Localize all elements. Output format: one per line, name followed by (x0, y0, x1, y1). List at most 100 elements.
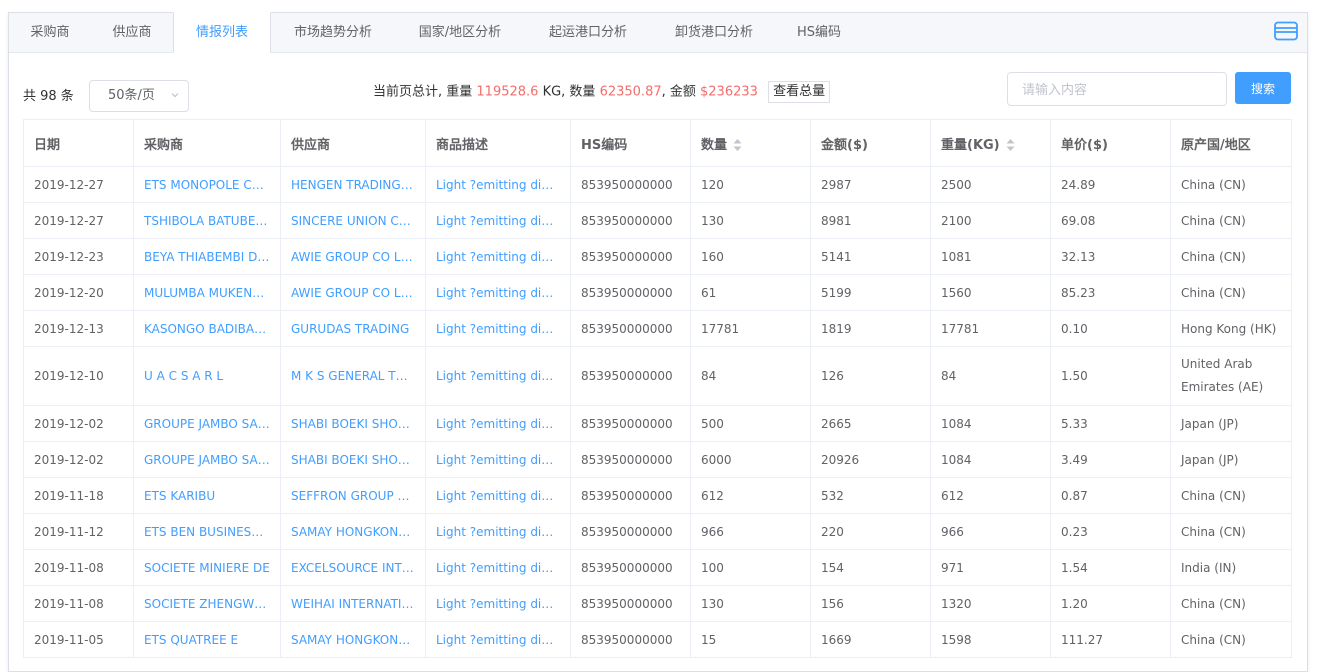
cell-description-link[interactable]: Light ?emitting diodes (425, 346, 571, 406)
cell-description-link[interactable]: Light ?emitting diodes (425, 513, 571, 550)
cell-supplier-link[interactable]: HENGEN TRADING CO LTD (280, 166, 426, 203)
summary-prefix: 当前页总计, 重量 (373, 84, 477, 100)
column-header-quantity[interactable]: 数量 (690, 119, 811, 167)
tab-origin-port-analysis[interactable]: 起运港口分析 (525, 12, 651, 53)
sort-icon[interactable] (1006, 138, 1015, 152)
cell-buyer-link[interactable]: U A C S A R L (133, 346, 281, 406)
cell-quantity: 130 (690, 202, 811, 239)
cell-buyer-link[interactable]: ETS MONOPOLE CO SARL (133, 166, 281, 203)
summary-amount-value: $236233 (700, 84, 758, 100)
cell-description-link[interactable]: Light ?emitting diodes (425, 310, 571, 347)
tab-hs-code[interactable]: HS编码 (777, 12, 861, 53)
cell-buyer-link[interactable]: GROUPE JAMBO SARL (133, 441, 281, 478)
tab-country-analysis[interactable]: 国家/地区分析 (395, 12, 525, 53)
cell-unit-price: 0.23 (1050, 513, 1171, 550)
column-header-weight[interactable]: 重量(KG) (930, 119, 1051, 167)
page-size-select[interactable]: 50条/页 (89, 80, 189, 112)
cell-unit-price: 3.49 (1050, 441, 1171, 478)
cell-supplier-link[interactable]: SINCERE UNION CO LTD (280, 202, 426, 239)
cell-quantity: 17781 (690, 310, 811, 347)
cell-description-link[interactable]: Light ?emitting diodes (425, 549, 571, 586)
cell-hs-code: 853950000000 (570, 346, 691, 406)
tab-destination-port-analysis[interactable]: 卸货港口分析 (651, 12, 777, 53)
cell-hs-code: 853950000000 (570, 202, 691, 239)
cell-hs-code: 853950000000 (570, 274, 691, 311)
tab-suppliers[interactable]: 供应商 (91, 12, 173, 53)
page-summary: 当前页总计, 重量 119528.6 KG, 数量 62350.87, 金额 $… (373, 81, 831, 103)
tab-intel-list[interactable]: 情报列表 (173, 12, 271, 53)
cell-date: 2019-12-13 (23, 310, 134, 347)
column-header-weight-label: 重量(KG) (941, 137, 1000, 153)
cell-amount: 154 (810, 549, 931, 586)
cell-weight: 1598 (930, 621, 1051, 658)
cell-buyer-link[interactable]: BEYA THIABEMBI DJANI (133, 238, 281, 275)
cell-supplier-link[interactable]: SAMAY HONGKONG LIMITED (280, 621, 426, 658)
cell-quantity: 130 (690, 585, 811, 622)
cell-description-link[interactable]: Light ?emitting diodes (425, 441, 571, 478)
cell-buyer-link[interactable]: MULUMBA MUKENDI JEAN (133, 274, 281, 311)
cell-description-link[interactable]: Light ?emitting diodes (425, 621, 571, 658)
cell-supplier-link[interactable]: WEIHAI INTERNATIONAL (280, 585, 426, 622)
cell-supplier-link[interactable]: M K S GENERAL TRADING (280, 346, 426, 406)
table-row: 2019-12-13 KASONGO BADIBANGA GURUDAS TRA… (23, 310, 1292, 347)
cell-hs-code: 853950000000 (570, 310, 691, 347)
cell-date: 2019-11-08 (23, 549, 134, 586)
cell-amount: 2987 (810, 166, 931, 203)
cell-buyer-link[interactable]: ETS KARIBU (133, 477, 281, 514)
cell-supplier-link[interactable]: SAMAY HONGKONG LIMITED (280, 513, 426, 550)
cell-amount: 532 (810, 477, 931, 514)
cell-weight: 1084 (930, 405, 1051, 442)
cell-buyer-link[interactable]: GROUPE JAMBO SARL (133, 405, 281, 442)
table-row: 2019-12-20 MULUMBA MUKENDI JEAN AWIE GRO… (23, 274, 1292, 311)
cell-origin: China (CN) (1170, 274, 1292, 311)
cell-date: 2019-12-23 (23, 238, 134, 275)
cell-date: 2019-12-20 (23, 274, 134, 311)
cell-description-link[interactable]: Light ?emitting diodes (425, 166, 571, 203)
search-input[interactable] (1007, 72, 1227, 106)
cell-hs-code: 853950000000 (570, 405, 691, 442)
tab-market-trends[interactable]: 市场趋势分析 (271, 12, 395, 53)
cell-buyer-link[interactable]: SOCIETE ZHENGWEI SARL (133, 585, 281, 622)
cell-description-link[interactable]: Light ?emitting diodes (425, 202, 571, 239)
toolbar: 共 98 条 50条/页 当前页总计, 重量 119528.6 KG, 数量 6… (9, 53, 1307, 119)
cell-supplier-link[interactable]: SHABI BOEKI SHOKAI (280, 405, 426, 442)
cell-hs-code: 853950000000 (570, 238, 691, 275)
summary-quantity-value: 62350.87 (599, 84, 662, 100)
cell-description-link[interactable]: Light ?emitting diodes (425, 477, 571, 514)
cell-supplier-link[interactable]: AWIE GROUP CO LIMITED (280, 238, 426, 275)
cell-buyer-link[interactable]: SOCIETE MINIERE DE (133, 549, 281, 586)
cell-description-link[interactable]: Light ?emitting diodes (425, 405, 571, 442)
table-header-row: 日期 采购商 供应商 商品描述 HS编码 数量 金额($) 重量(KG) 单价(… (23, 119, 1292, 167)
view-total-button[interactable]: 查看总量 (768, 81, 831, 103)
cell-supplier-link[interactable]: SEFFRON GROUP LIMITED (280, 477, 426, 514)
cell-origin: United Arab Emirates (AE) (1170, 346, 1292, 406)
sort-icon[interactable] (733, 138, 742, 152)
cell-description-link[interactable]: Light ?emitting diodes (425, 274, 571, 311)
cell-amount: 5199 (810, 274, 931, 311)
cell-hs-code: 853950000000 (570, 549, 691, 586)
cell-buyer-link[interactable]: KASONGO BADIBANGA (133, 310, 281, 347)
cell-unit-price: 5.33 (1050, 405, 1171, 442)
cell-origin: Hong Kong (HK) (1170, 310, 1292, 347)
tab-buyers[interactable]: 采购商 (9, 12, 91, 53)
cell-buyer-link[interactable]: TSHIBOLA BATUBENGA (133, 202, 281, 239)
cell-amount: 126 (810, 346, 931, 406)
cell-buyer-link[interactable]: ETS QUATREE E (133, 621, 281, 658)
cell-amount: 1819 (810, 310, 931, 347)
cell-amount: 8981 (810, 202, 931, 239)
summary-weight-value: 119528.6 (476, 84, 539, 100)
cell-unit-price: 32.13 (1050, 238, 1171, 275)
cell-buyer-link[interactable]: ETS BEN BUSINESS SARL (133, 513, 281, 550)
cell-supplier-link[interactable]: AWIE GROUP CO LIMITED (280, 274, 426, 311)
cell-weight: 2100 (930, 202, 1051, 239)
cell-description-link[interactable]: Light ?emitting diodes (425, 238, 571, 275)
cell-description-link[interactable]: Light ?emitting diodes (425, 585, 571, 622)
card-icon[interactable] (1274, 21, 1298, 41)
intel-table: 日期 采购商 供应商 商品描述 HS编码 数量 金额($) 重量(KG) 单价(… (23, 119, 1292, 658)
summary-amount-label: , 金额 (661, 84, 701, 100)
cell-supplier-link[interactable]: GURUDAS TRADING (280, 310, 426, 347)
search-button[interactable]: 搜索 (1235, 72, 1291, 104)
table-row: 2019-12-02 GROUPE JAMBO SARL SHABI BOEKI… (23, 405, 1292, 442)
cell-supplier-link[interactable]: SHABI BOEKI SHOKAI (280, 441, 426, 478)
cell-supplier-link[interactable]: EXCELSOURCE INTERNATIONAL (280, 549, 426, 586)
